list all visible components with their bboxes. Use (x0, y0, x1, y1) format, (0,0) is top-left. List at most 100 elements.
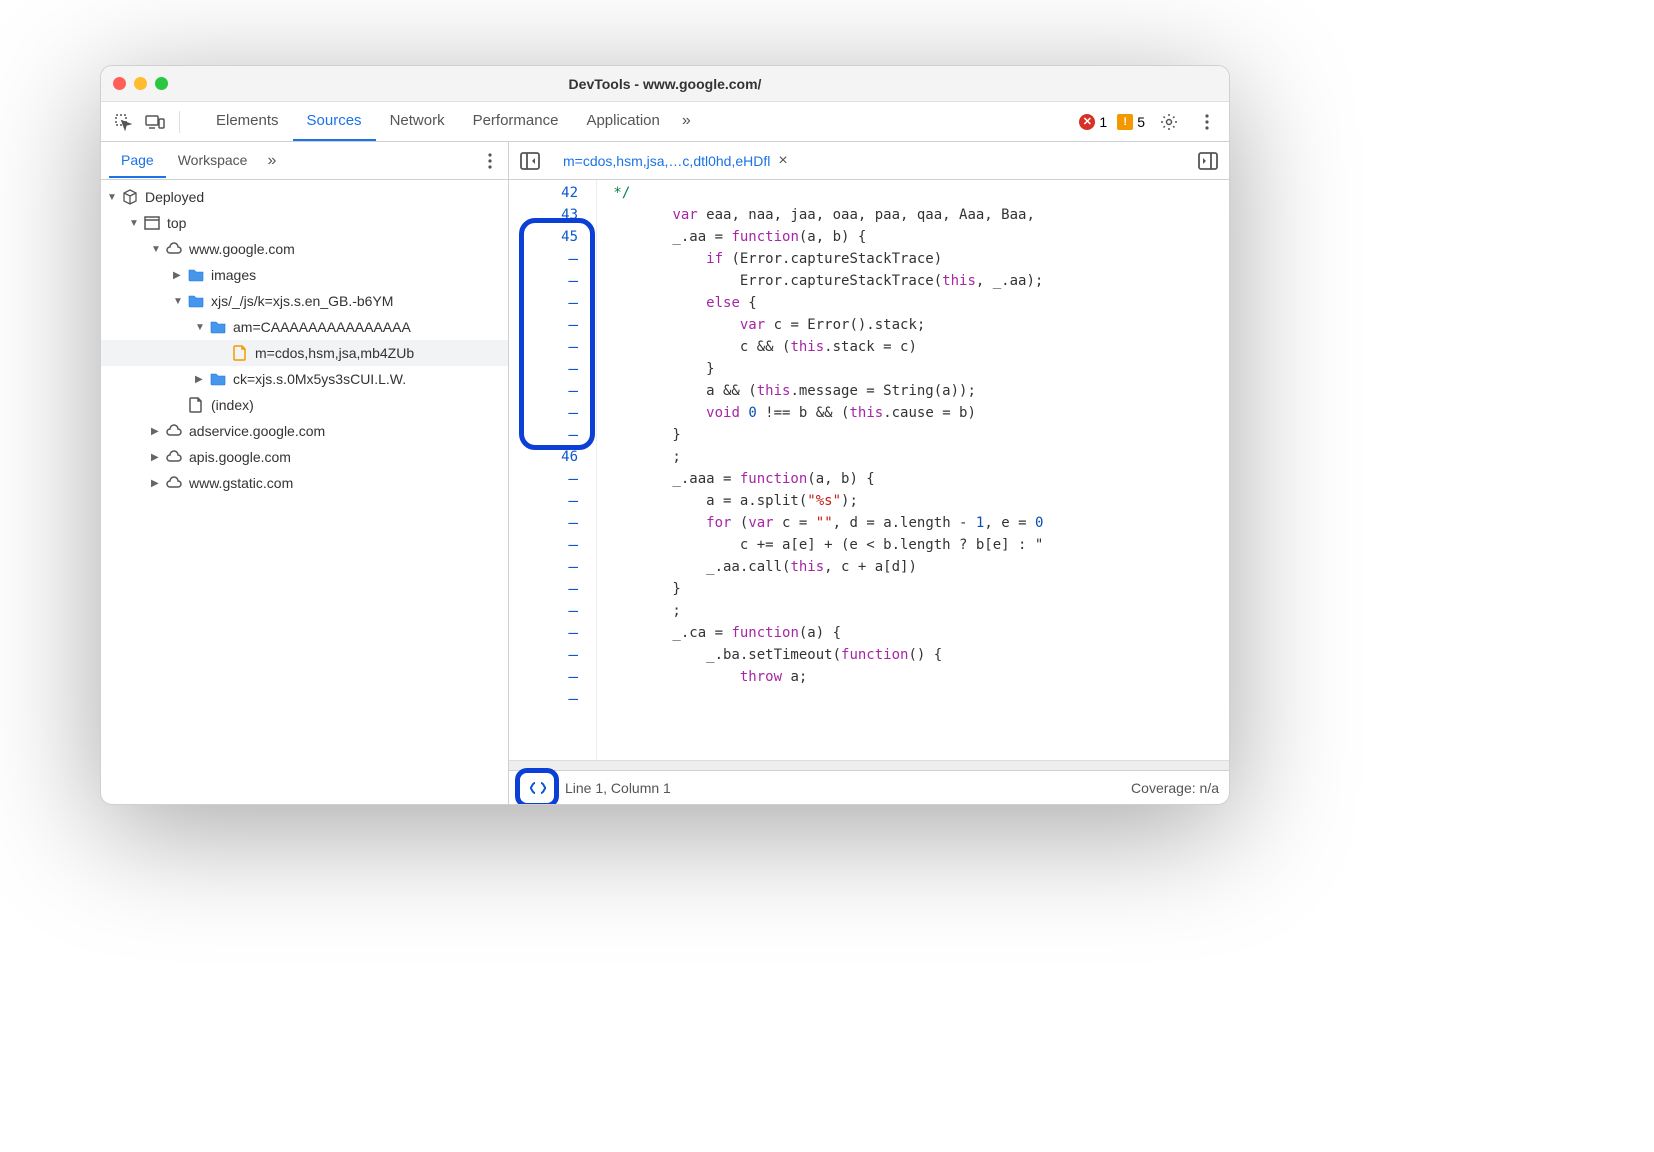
show-debugger-icon[interactable] (1191, 146, 1225, 176)
gutter-line[interactable]: 45 (509, 226, 596, 248)
error-icon: ✕ (1079, 114, 1095, 130)
tree-arrow-icon[interactable]: ▼ (107, 192, 119, 203)
tree-arrow-icon[interactable]: ▼ (173, 296, 185, 307)
folder-icon (209, 318, 227, 336)
tab-performance[interactable]: Performance (459, 102, 573, 141)
tree-row[interactable]: m=cdos,hsm,jsa,mb4ZUb (101, 340, 508, 366)
tree-arrow-icon[interactable]: ▶ (151, 452, 163, 463)
doc-icon (187, 396, 205, 414)
tree-arrow-icon[interactable]: ▶ (173, 270, 185, 281)
nav-menu-icon[interactable] (480, 145, 500, 177)
gutter-line[interactable]: – (509, 292, 596, 314)
gutter-line[interactable]: – (509, 424, 596, 446)
navigator-tabs: Page Workspace » (101, 142, 508, 180)
folder-icon (187, 266, 205, 284)
tree-arrow-icon[interactable]: ▼ (151, 244, 163, 255)
tree-label: www.google.com (189, 241, 295, 257)
tree-row[interactable]: ▶ adservice.google.com (101, 418, 508, 444)
warnings-badge[interactable]: ! 5 (1117, 114, 1145, 130)
device-toggle-icon[interactable] (141, 108, 169, 136)
more-tabs-button[interactable]: » (674, 102, 699, 141)
tab-elements[interactable]: Elements (202, 102, 293, 141)
tree-row[interactable]: ▶ ck=xjs.s.0Mx5ys3sCUI.L.W. (101, 366, 508, 392)
gutter-line[interactable]: – (509, 644, 596, 666)
tree-label: top (167, 215, 186, 231)
close-tab-icon[interactable]: × (778, 152, 787, 170)
file-icon (231, 344, 249, 362)
cloud-icon (165, 240, 183, 258)
cloud-icon (165, 448, 183, 466)
main-toolbar: Elements Sources Network Performance App… (101, 102, 1229, 142)
gutter-line[interactable]: – (509, 578, 596, 600)
gutter-line[interactable]: – (509, 468, 596, 490)
gutter-line[interactable]: – (509, 688, 596, 710)
tree-arrow-icon[interactable]: ▼ (129, 218, 141, 229)
tree-arrow-icon[interactable]: ▼ (195, 322, 207, 333)
gutter-line[interactable]: – (509, 336, 596, 358)
gutter-line[interactable]: – (509, 248, 596, 270)
gutter-line[interactable]: – (509, 314, 596, 336)
settings-icon[interactable] (1155, 108, 1183, 136)
resize-handle[interactable] (509, 760, 1229, 770)
gutter-line[interactable]: – (509, 490, 596, 512)
gutter-line[interactable]: 42 (509, 182, 596, 204)
tree-label: (index) (211, 397, 254, 413)
window-title: DevTools - www.google.com/ (100, 76, 1230, 92)
tree-row[interactable]: (index) (101, 392, 508, 418)
tree-label: Deployed (145, 189, 204, 205)
editor-tab-label: m=cdos,hsm,jsa,…c,dtl0hd,eHDfl (563, 153, 770, 169)
line-gutter[interactable]: 424345–––––––––46––––––––––– (509, 180, 597, 760)
show-navigator-icon[interactable] (513, 146, 547, 176)
tab-application[interactable]: Application (572, 102, 673, 141)
gutter-line[interactable]: – (509, 380, 596, 402)
tree-row[interactable]: ▶apis.google.com (101, 444, 508, 470)
editor-pane: m=cdos,hsm,jsa,…c,dtl0hd,eHDfl × 424345–… (509, 142, 1229, 804)
nav-tab-page[interactable]: Page (109, 144, 166, 178)
gutter-line[interactable]: – (509, 270, 596, 292)
tree-row[interactable]: ▼ top (101, 210, 508, 236)
tree-row[interactable]: ▼ xjs/_/js/k=xjs.s.en_GB.-b6YM (101, 288, 508, 314)
tab-network[interactable]: Network (376, 102, 459, 141)
gutter-line[interactable]: 43 (509, 204, 596, 226)
tree-arrow-icon[interactable]: ▶ (195, 374, 207, 385)
tree-row[interactable]: ▶images (101, 262, 508, 288)
gutter-line[interactable]: – (509, 402, 596, 424)
code-editor[interactable]: */ var eaa, naa, jaa, oaa, paa, qaa, Aaa… (597, 180, 1229, 760)
tree-arrow-icon[interactable]: ▶ (151, 478, 163, 489)
tree-arrow-icon[interactable]: ▶ (151, 426, 163, 437)
tree-label: adservice.google.com (189, 423, 325, 439)
gutter-line[interactable]: – (509, 534, 596, 556)
main-tabs: Elements Sources Network Performance App… (202, 102, 699, 141)
frame-icon (143, 214, 161, 232)
gutter-line[interactable]: – (509, 512, 596, 534)
gutter-line[interactable]: – (509, 358, 596, 380)
tree-row[interactable]: ▼ Deployed (101, 184, 508, 210)
tab-sources[interactable]: Sources (293, 102, 376, 141)
nav-more-button[interactable]: » (259, 144, 284, 178)
gutter-line[interactable]: – (509, 622, 596, 644)
errors-badge[interactable]: ✕ 1 (1079, 114, 1107, 130)
cloud-icon (165, 422, 183, 440)
editor-statusbar: Line 1, Column 1 Coverage: n/a (509, 770, 1229, 804)
gutter-line[interactable]: 46 (509, 446, 596, 468)
editor-tabs: m=cdos,hsm,jsa,…c,dtl0hd,eHDfl × (509, 142, 1229, 180)
inspect-icon[interactable] (109, 108, 137, 136)
gutter-line[interactable]: – (509, 600, 596, 622)
folder-icon (187, 292, 205, 310)
tree-row[interactable]: ▼ www.google.com (101, 236, 508, 262)
kebab-menu-icon[interactable] (1193, 108, 1221, 136)
gutter-line[interactable]: – (509, 556, 596, 578)
tree-row[interactable]: ▶www.gstatic.com (101, 470, 508, 496)
tree-label: am=CAAAAAAAAAAAAAAA (233, 319, 411, 335)
cursor-position: Line 1, Column 1 (565, 780, 671, 796)
pretty-print-button[interactable] (519, 774, 557, 802)
devtools-window: DevTools - www.google.com/ Elements Sour… (100, 65, 1230, 805)
tree-label: ck=xjs.s.0Mx5ys3sCUI.L.W. (233, 371, 406, 387)
gutter-line[interactable]: – (509, 666, 596, 688)
nav-tab-workspace[interactable]: Workspace (166, 144, 260, 178)
tree-label: xjs/_/js/k=xjs.s.en_GB.-b6YM (211, 293, 393, 309)
titlebar: DevTools - www.google.com/ (101, 66, 1229, 102)
tree-row[interactable]: ▼ am=CAAAAAAAAAAAAAAA (101, 314, 508, 340)
editor-open-tab[interactable]: m=cdos,hsm,jsa,…c,dtl0hd,eHDfl × (553, 146, 798, 176)
file-tree: ▼ Deployed ▼ top ▼ www.google.com ▶images ▼ xjs/… (101, 180, 508, 804)
